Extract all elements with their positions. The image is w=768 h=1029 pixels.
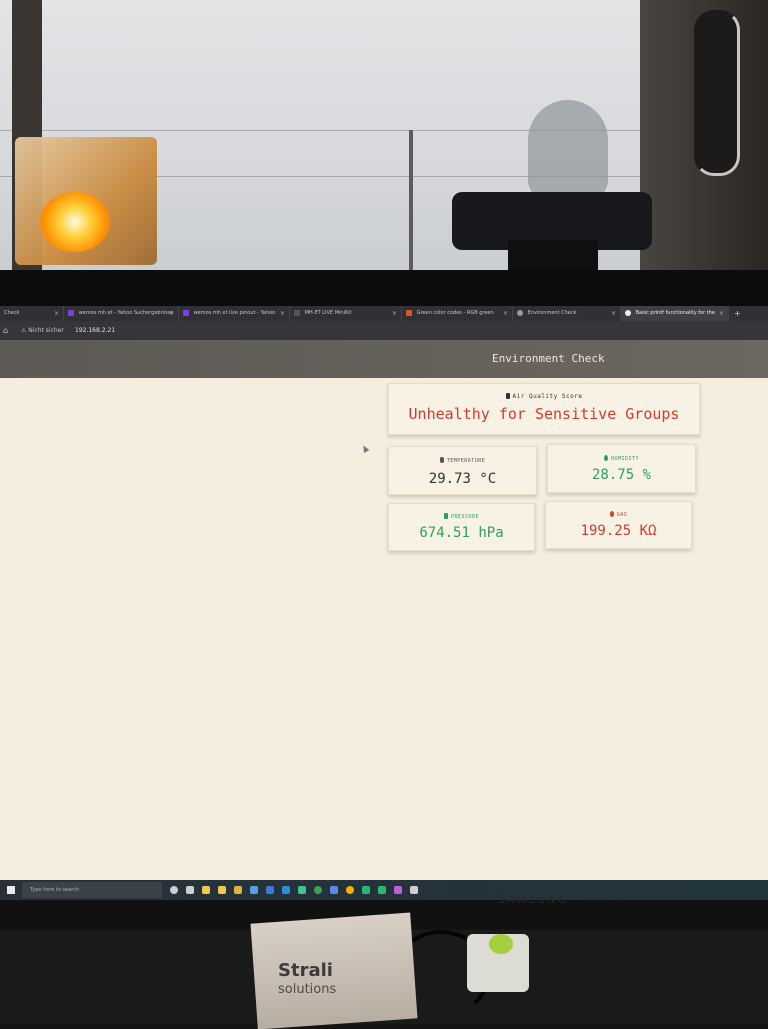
air-quality-value: Unhealthy for Sensitive Groups	[408, 405, 680, 423]
start-button[interactable]	[0, 880, 22, 900]
tree-silhouette	[528, 100, 608, 200]
yahoo-favicon-icon	[68, 309, 74, 316]
page-header: Environment Check	[0, 340, 768, 378]
tab-title: wemos mh et - Yahoo Suchergebnisse	[78, 310, 174, 316]
task-view-icon[interactable]	[186, 886, 194, 894]
taskbar-app-icon[interactable]	[330, 886, 338, 894]
not-secure-indicator[interactable]: ⚠ Nicht sicher	[21, 321, 64, 340]
tab-title: MH-ET LIVE MiniKit	[304, 310, 352, 316]
gas-card: GAS 199.25 KΩ	[545, 501, 692, 549]
windows-logo-icon	[7, 886, 15, 894]
page-favicon-icon	[406, 309, 412, 316]
browser-tab-active[interactable]: Basic printf functionality for the ×	[621, 306, 729, 321]
product-box	[250, 912, 418, 1029]
humidity-value: 28.75 %	[591, 467, 651, 483]
tab-title: Check	[4, 310, 20, 316]
air-quality-label: Air Quality Score	[512, 393, 583, 400]
tab-title: wemos mh et live pinout - Yahoo	[193, 310, 276, 316]
taskbar-search-box[interactable]: Type here to search	[22, 882, 162, 898]
windows-taskbar: Type here to search	[0, 880, 768, 900]
tab-title: Basic printf functionality for the	[635, 310, 715, 316]
vscode-icon[interactable]	[282, 886, 290, 894]
taskbar-app-icon[interactable]	[250, 886, 258, 894]
temperature-value: 29.73 °C	[428, 471, 497, 487]
mail-icon[interactable]	[266, 886, 274, 894]
address-bar[interactable]: ⌂ ⚠ Nicht sicher 192.168.2.21	[0, 321, 768, 340]
taskbar-app-icon[interactable]	[378, 886, 386, 894]
wind-icon	[609, 511, 614, 517]
window-background-photo	[0, 0, 768, 280]
humidity-card: HUMIDITY 28.75 %	[547, 444, 696, 493]
taskbar-app-icon[interactable]	[346, 886, 354, 894]
gas-label-row: GAS	[546, 511, 691, 518]
store-icon[interactable]	[234, 886, 242, 894]
browser-tab[interactable]: MH-ET LIVE MiniKit ×	[290, 306, 402, 321]
monitor-brand-logo: SAMSUNG	[498, 893, 568, 906]
monitor-bezel-top	[0, 270, 768, 306]
page-favicon-icon	[294, 309, 300, 316]
air-quality-label-row: Air Quality Score	[389, 393, 699, 400]
file-explorer-icon[interactable]	[218, 886, 226, 894]
webcam-stand	[508, 240, 598, 270]
tab-title: Green color codes - RGB green	[416, 310, 494, 316]
globe-favicon-icon	[517, 309, 523, 316]
tab-close-icon[interactable]: ×	[280, 306, 285, 321]
pressure-icon	[443, 513, 448, 519]
pressure-value: 674.51 hPa	[419, 525, 504, 541]
browser-tab[interactable]: Green color codes - RGB green ×	[402, 306, 513, 321]
cortana-icon[interactable]	[170, 886, 178, 894]
pressure-card: PRESSURE 674.51 hPa	[388, 503, 535, 551]
pressure-label: PRESSURE	[450, 514, 480, 520]
tab-close-icon[interactable]: ×	[503, 306, 508, 321]
humidity-label-row: HUMIDITY	[548, 455, 695, 462]
taskbar-search-placeholder: Type here to search	[30, 887, 80, 893]
air-quality-card: Air Quality Score Unhealthy for Sensitiv…	[388, 383, 700, 435]
tab-close-icon[interactable]: ×	[169, 306, 174, 321]
new-tab-button[interactable]: +	[729, 306, 741, 321]
chrome-icon[interactable]	[314, 886, 322, 894]
tab-close-icon[interactable]: ×	[392, 306, 397, 321]
utility-pole	[409, 130, 413, 270]
fidget-cube-button	[489, 934, 513, 954]
window-handle	[694, 10, 740, 176]
taskbar-app-icon[interactable]	[394, 886, 402, 894]
taskbar-app-icon[interactable]	[298, 886, 306, 894]
temperature-label: TEMPERATURE	[446, 458, 486, 464]
mouse-cursor-icon	[360, 443, 370, 454]
tab-close-icon[interactable]: ×	[719, 306, 724, 321]
gas-value: 199.25 KΩ	[580, 523, 657, 539]
gas-label: GAS	[616, 512, 628, 518]
thermometer-icon	[439, 457, 444, 463]
taskbar-app-icon[interactable]	[410, 886, 418, 894]
pressure-label-row: PRESSURE	[389, 513, 534, 520]
temperature-card: TEMPERATURE 29.73 °C	[388, 446, 537, 495]
yahoo-favicon-icon	[183, 309, 189, 316]
browser-tab[interactable]: wemos mh et live pinout - Yahoo ×	[179, 306, 290, 321]
taskbar-app-icon[interactable]	[362, 886, 370, 894]
url-text[interactable]: 192.168.2.21	[75, 321, 115, 340]
humidity-label: HUMIDITY	[610, 456, 640, 462]
led-glow	[40, 192, 110, 252]
browser-tab[interactable]: Check ×	[0, 306, 64, 321]
browser-tab-strip: Check × wemos mh et - Yahoo Suchergebnis…	[0, 306, 768, 321]
github-favicon-icon	[625, 309, 631, 316]
browser-tab[interactable]: Environment Check ×	[513, 306, 621, 321]
temperature-label-row: TEMPERATURE	[389, 457, 536, 464]
product-box-logo: Strali	[278, 960, 333, 981]
monitor-screen: Check × wemos mh et - Yahoo Suchergebnis…	[0, 306, 768, 900]
product-box-sublabel: solutions	[278, 982, 337, 997]
home-icon[interactable]: ⌂	[3, 321, 8, 340]
page-title: Environment Check	[492, 352, 605, 365]
browser-tab[interactable]: wemos mh et - Yahoo Suchergebnisse ×	[64, 306, 179, 321]
tab-close-icon[interactable]: ×	[611, 306, 616, 321]
water-drop-icon	[603, 455, 608, 461]
tab-close-icon[interactable]: ×	[54, 306, 59, 321]
tab-title: Environment Check	[527, 310, 577, 316]
air-quality-icon	[505, 393, 510, 399]
taskbar-app-icon[interactable]	[202, 886, 210, 894]
